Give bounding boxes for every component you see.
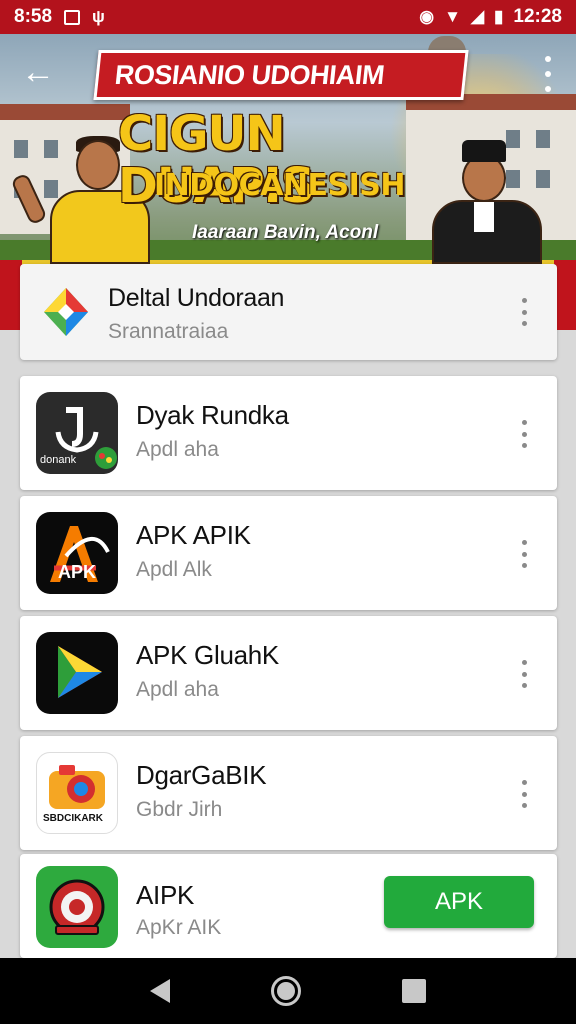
app-subtitle: Gbdr Jirh <box>136 798 223 821</box>
app-title: APK APIK <box>136 520 251 550</box>
apk-app-icon: APK <box>36 512 118 594</box>
item-menu-icon[interactable] <box>519 420 529 448</box>
status-bar: 8:58 ψ ◉ ▼ ◢ ▮ 12:28 <box>0 0 576 34</box>
banner-tagline: Iaaraan Bavin, Aconl <box>192 222 379 243</box>
image-icon <box>64 9 81 25</box>
diamond-logo-icon <box>44 288 88 336</box>
emblem-app-icon <box>36 866 118 948</box>
item-menu-icon[interactable] <box>519 780 529 808</box>
app-subtitle: Apdl aha <box>136 438 219 461</box>
signal-icon: ◢ <box>470 7 485 26</box>
app-title: DgarGaBIK <box>136 760 267 790</box>
anchor-app-icon: donank <box>36 392 118 474</box>
alarm-icon: ◉ <box>419 7 435 26</box>
wifi-icon: ▼ <box>444 7 461 26</box>
recents-icon[interactable] <box>401 979 426 1003</box>
list-item[interactable]: SBDCIKARK DgarGaBIK Gbdr Jirh <box>20 736 557 850</box>
item-menu-icon[interactable] <box>519 298 529 326</box>
list-item[interactable]: AIPK ApKr AIK APK <box>20 854 557 958</box>
list-item[interactable]: Deltal Undoraan Srannatraiaa <box>20 264 557 360</box>
usb-icon: ψ <box>92 7 105 26</box>
status-clock: 12:28 <box>513 6 562 27</box>
app-title: Deltal Undoraan <box>108 284 285 312</box>
camera-app-icon: SBDCIKARK <box>36 752 118 834</box>
battery-icon: ▮ <box>494 7 504 26</box>
banner-ribbon: ROSIANIO UDOHIAIM <box>93 50 469 100</box>
status-time: 8:58 <box>14 6 53 27</box>
icon-label: donank <box>40 454 77 466</box>
list-item[interactable]: APK GluahK Apdl aha <box>20 616 557 730</box>
list-item[interactable]: APK APK APIK Apdl Alk <box>20 496 557 610</box>
app-subtitle: ApKr AIK <box>136 916 222 939</box>
app-title: AIPK <box>136 880 195 910</box>
app-subtitle: Apdl aha <box>136 678 219 701</box>
icon-label: APK <box>58 562 97 582</box>
banner-subtitle: INDOCANESISH <box>154 168 406 203</box>
back-arrow-icon[interactable]: ← <box>18 52 58 92</box>
play-app-icon <box>36 632 118 714</box>
icon-label: SBDCIKARK <box>43 813 103 824</box>
app-title: APK GluahK <box>136 640 279 670</box>
navigation-bar <box>0 958 576 1024</box>
overflow-menu-icon[interactable] <box>538 56 558 92</box>
app-title: Dyak Rundka <box>136 400 289 430</box>
back-icon[interactable] <box>150 979 171 1003</box>
list-item[interactable]: donank Dyak Rundka Apdl aha <box>20 376 557 490</box>
item-menu-icon[interactable] <box>519 660 529 688</box>
home-icon[interactable] <box>270 976 301 1006</box>
app-subtitle: Srannatraiaa <box>108 320 229 343</box>
app-subtitle: Apdl Alk <box>136 558 212 581</box>
item-menu-icon[interactable] <box>519 540 529 568</box>
install-button[interactable]: APK <box>384 876 534 928</box>
